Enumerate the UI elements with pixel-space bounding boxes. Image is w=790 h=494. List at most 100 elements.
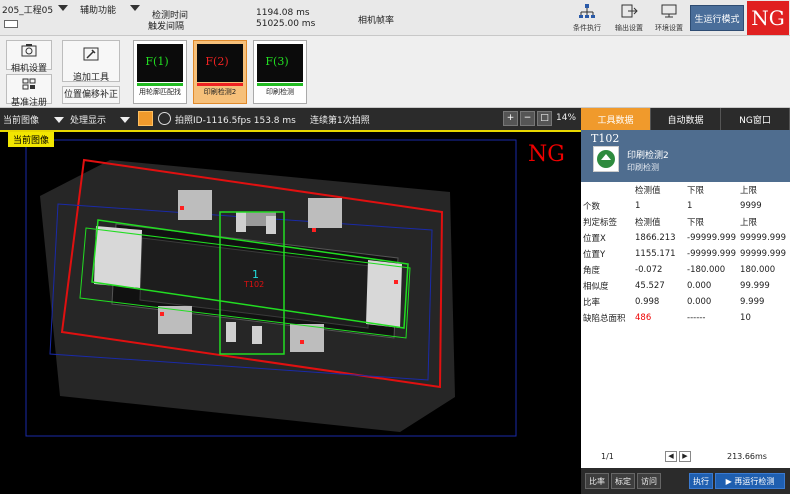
condition-execute-label: 条件执行	[573, 24, 601, 32]
table-cell: 上限	[740, 218, 758, 228]
ratio-button[interactable]: 比率	[585, 473, 609, 489]
table-cell: 0.000	[687, 297, 712, 307]
tree-icon	[579, 4, 595, 18]
current-image-dropdown-icon[interactable]	[54, 116, 64, 126]
grid-overlay-icon[interactable]	[138, 111, 153, 126]
next-page-icon[interactable]: ▶	[679, 451, 691, 462]
tool-header: T102 印刷检测2 印刷检测	[581, 130, 790, 182]
zoom-out-icon[interactable]: −	[520, 111, 535, 126]
trigger-interval-value: 51025.00 ms	[256, 19, 316, 29]
process-display-select[interactable]: 处理显示	[70, 113, 106, 126]
tab-auto-data[interactable]: 自动数据	[651, 108, 721, 130]
zoom-level: 14%	[556, 113, 577, 123]
table-cell: 相似度	[583, 282, 609, 292]
table-cell: 缺陷总面积	[583, 314, 626, 324]
table-header: 下限	[687, 186, 705, 196]
table-header	[581, 182, 633, 198]
table-cell: 下限	[687, 218, 705, 228]
access-button[interactable]: 访问	[637, 473, 661, 489]
capture-icon[interactable]	[158, 112, 171, 125]
output-settings-button[interactable]: 输出设置	[612, 1, 646, 35]
calibrate-button[interactable]: 标定	[611, 473, 635, 489]
table-cell: -180.000	[687, 265, 726, 275]
baseline-register-button[interactable]: 基准注册	[6, 74, 52, 108]
baseline-register-label: 基准注册	[10, 98, 47, 108]
table-cell: 9999	[740, 201, 762, 211]
table-cell: 位置X	[583, 234, 606, 244]
thumbnail-status-bar	[257, 83, 303, 86]
camera-settings-button[interactable]: 相机设置	[6, 40, 52, 74]
tool-strip: 相机设置 基准注册 追加工具 位置偏移补正 F(1) 用轮廓匹配找 F(2) 印…	[0, 36, 790, 108]
table-cell: -0.072	[635, 265, 663, 275]
table-row[interactable]: 判定标签 检测值 下限 上限	[581, 214, 790, 230]
rerun-inspection-button[interactable]: ▶ 再运行检测	[715, 473, 785, 489]
current-image-select[interactable]: 当前图像	[3, 113, 39, 126]
thumbnail-label: F(1)	[145, 55, 169, 68]
recycle-icon	[593, 146, 619, 172]
table-cell: 99.999	[740, 281, 770, 291]
zoom-in-icon[interactable]: +	[503, 111, 518, 126]
table-row[interactable]: 相似度 45.527 0.000 99.999	[581, 278, 790, 294]
tab-tool-data[interactable]: 工具数据	[581, 108, 651, 130]
thumbnail-status-bar	[197, 83, 243, 86]
execute-button[interactable]: 执行	[689, 473, 713, 489]
table-header: 上限	[740, 186, 758, 196]
table-cell: 1155.171	[635, 249, 676, 259]
thumbnail-caption: 印刷检测2	[203, 88, 237, 96]
add-tool-button[interactable]: 追加工具	[62, 40, 120, 83]
table-cell: -99999.999	[687, 249, 737, 259]
tool-id: T102	[591, 132, 620, 145]
condition-execute-button[interactable]: 条件执行	[570, 1, 604, 35]
page-indicator: 1/1	[601, 452, 614, 461]
viewer-ng-label: NG	[528, 142, 565, 167]
table-cell: 判定标签	[583, 218, 618, 228]
table-cell: 45.527	[635, 281, 665, 291]
table-cell: -99999.999	[687, 233, 737, 243]
table-header: 检测值	[635, 186, 661, 196]
table-cell: 0.998	[635, 297, 660, 307]
table-cell: 比率	[583, 298, 601, 308]
thumbnail-label: F(3)	[265, 55, 289, 68]
project-name[interactable]: 205_工程05	[2, 3, 53, 16]
detect-time-value: 1194.08 ms	[256, 8, 310, 18]
top-bar: 205_工程05 辅助功能 检测时间 触发间隔 1194.08 ms 51025…	[0, 0, 790, 36]
thumbnail-status-bar	[137, 83, 183, 86]
table-row[interactable]: 角度 -0.072 -180.000 180.000	[581, 262, 790, 278]
thumbnail-caption: 印刷检测	[266, 88, 294, 96]
environment-settings-label: 环境设置	[655, 24, 683, 32]
export-icon	[621, 4, 638, 18]
table-cell: ------	[687, 313, 706, 323]
panel-footer: 比率 标定 访问 执行 ▶ 再运行检测	[581, 468, 790, 494]
image-viewer[interactable]: 当前图像 NG 1 T102	[0, 130, 581, 494]
camera-icon	[21, 44, 37, 57]
camera-frame-rate-label: 相机帧率	[358, 16, 395, 26]
table-cell: 180.000	[740, 265, 776, 275]
run-mode-button[interactable]: 生运行模式	[690, 5, 744, 31]
table-row[interactable]: 位置Y 1155.171 -99999.999 99999.999	[581, 246, 790, 262]
table-cell: 10	[740, 313, 751, 323]
table-row[interactable]: 比率 0.998 0.000 9.999	[581, 294, 790, 310]
table-row[interactable]: 个数 1 1 9999	[581, 198, 790, 214]
tool-thumbnail-1[interactable]: F(1) 用轮廓匹配找	[133, 40, 187, 104]
tab-ng-window[interactable]: NG窗口	[721, 108, 790, 130]
environment-settings-button[interactable]: 环境设置	[652, 1, 686, 35]
tool-thumbnail-2[interactable]: F(2) 印刷检测2	[193, 40, 247, 104]
process-display-dropdown-icon[interactable]	[120, 116, 130, 126]
ng-status-badge: NG	[747, 1, 789, 35]
add-tool-label: 追加工具	[72, 73, 109, 83]
position-offset-button[interactable]: 位置偏移补正	[62, 86, 120, 104]
fit-screen-icon[interactable]: □	[537, 111, 552, 126]
project-dropdown-icon[interactable]	[58, 4, 68, 14]
tool-name: 印刷检测2	[627, 151, 669, 161]
assist-dropdown-icon[interactable]	[130, 4, 140, 14]
output-settings-label: 输出设置	[615, 24, 643, 32]
table-row[interactable]: 缺陷总面积 486 ------ 10	[581, 310, 790, 326]
current-image-tag: 当前图像	[8, 132, 55, 147]
table-row[interactable]: 位置X 1866.213 -99999.999 99999.999	[581, 230, 790, 246]
assist-menu[interactable]: 辅助功能	[80, 3, 116, 16]
inspection-image	[25, 139, 517, 437]
prev-page-icon[interactable]: ◀	[665, 451, 677, 462]
table-cell: 1	[687, 201, 693, 211]
tool-thumbnail-3[interactable]: F(3) 印刷检测	[253, 40, 307, 104]
result-time: 213.66ms	[727, 452, 767, 461]
